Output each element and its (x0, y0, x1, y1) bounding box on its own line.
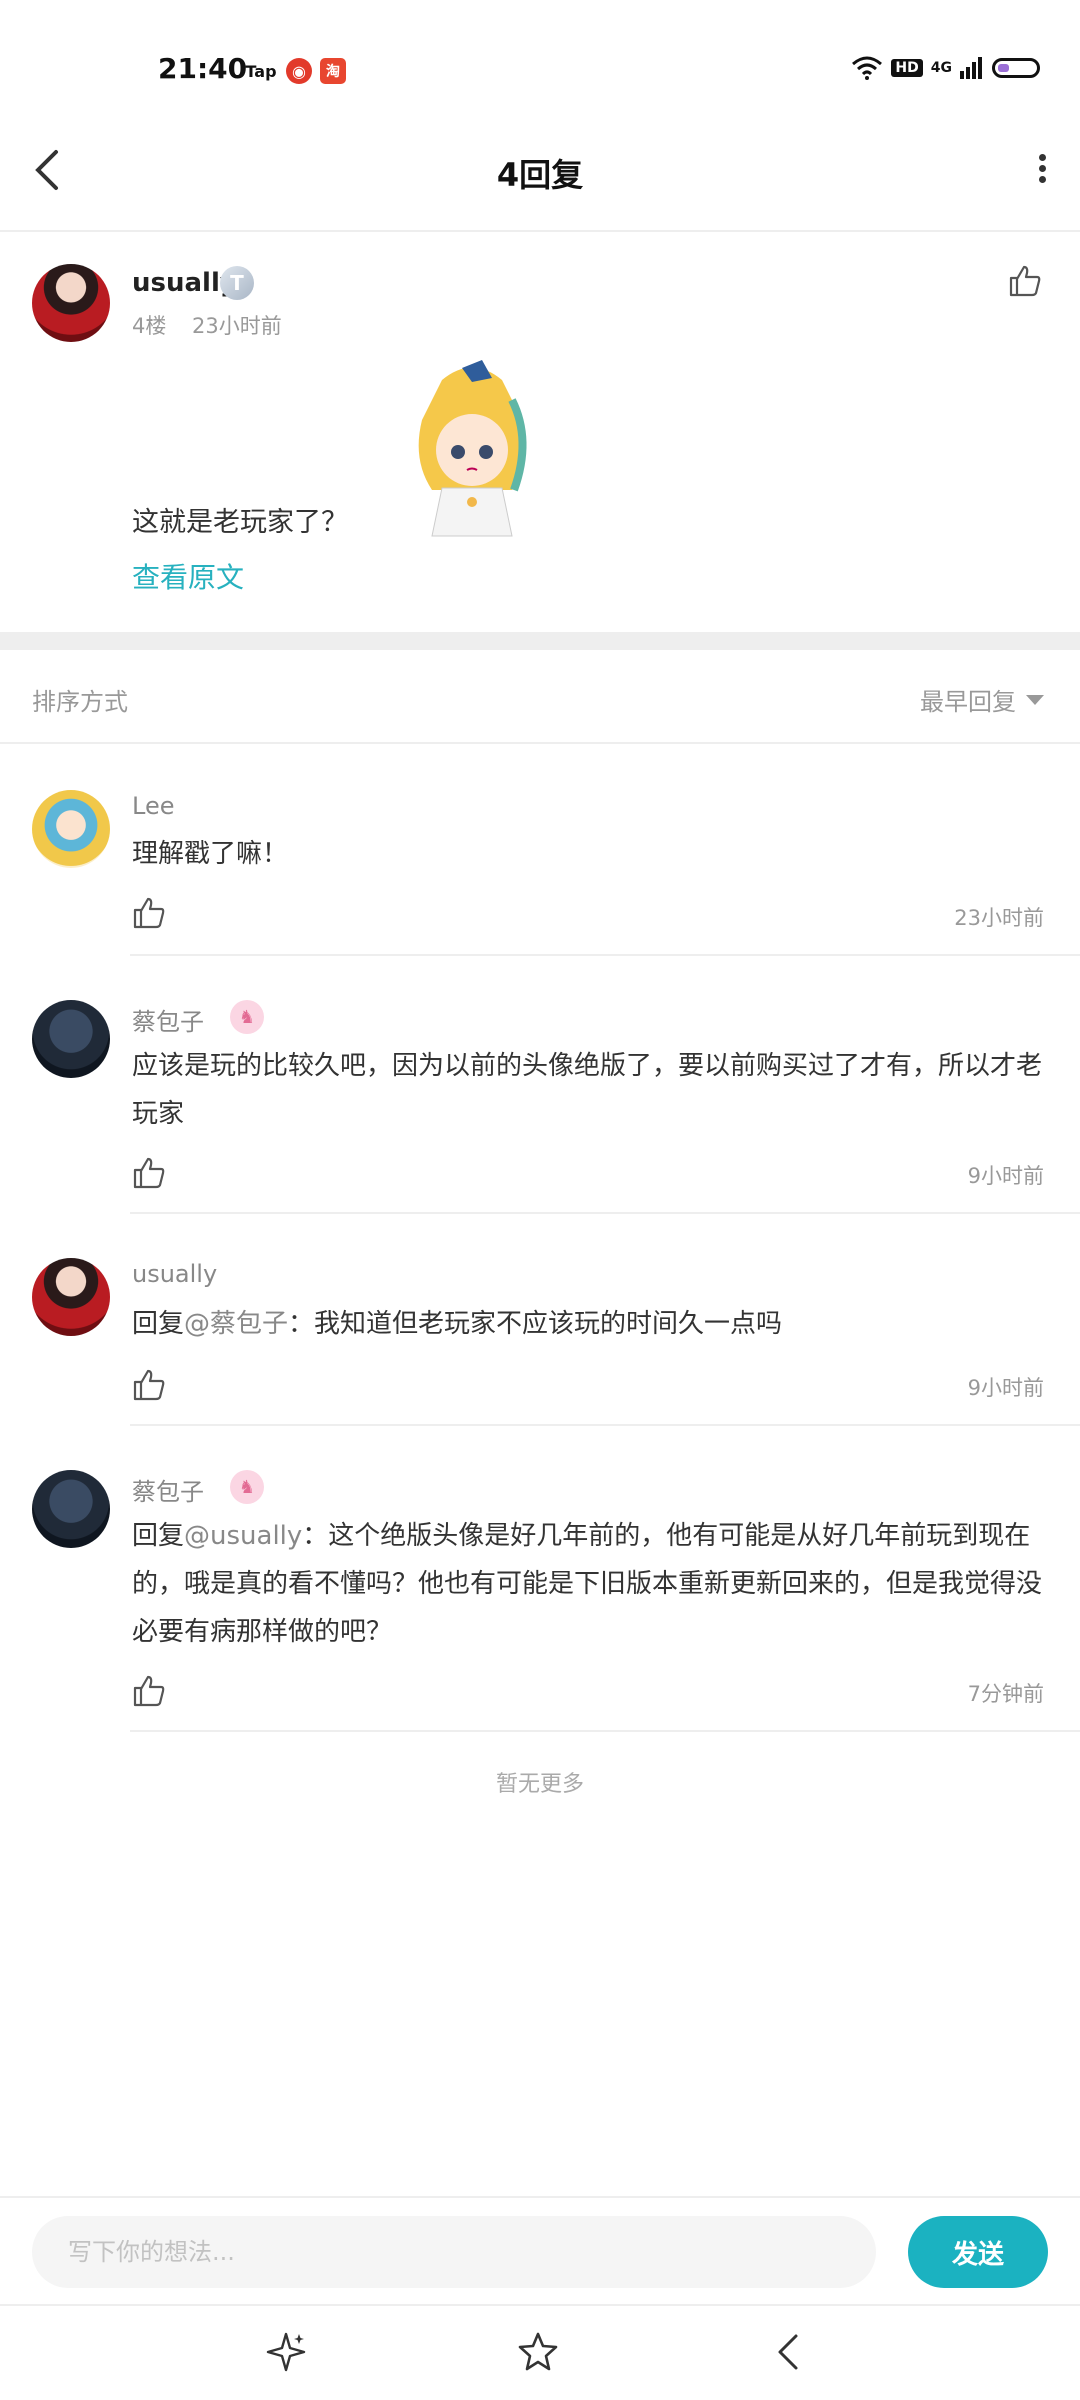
post-sticker-image (402, 360, 542, 540)
nav-back-icon (778, 2334, 798, 2370)
view-original-link[interactable]: 查看原文 (132, 556, 244, 596)
status-time: 21:40 (158, 52, 248, 85)
favorite-button[interactable] (516, 2330, 560, 2374)
netease-app-icon: ◉ (286, 58, 312, 84)
assistant-button[interactable] (264, 2330, 308, 2374)
comment-author-name[interactable]: usually (132, 1260, 217, 1288)
post-author-avatar[interactable] (32, 264, 110, 342)
system-nav-divider (0, 2304, 1080, 2306)
comment-avatar[interactable] (32, 790, 110, 868)
comment-text: 回复@usually：这个绝版头像是好几年前的，他有可能是从好几年前玩到现在的，… (132, 1512, 1052, 1656)
comment-divider (130, 1424, 1080, 1426)
like-icon (133, 1369, 165, 1401)
unicorn-badge-icon: ♞ (230, 1470, 264, 1504)
comment-like-button[interactable] (132, 1368, 166, 1406)
header-divider (0, 230, 1080, 232)
comment-author-name[interactable]: Lee (132, 792, 174, 820)
more-icon (1034, 154, 1050, 183)
comment-avatar[interactable] (32, 1258, 110, 1336)
chevron-down-icon (1026, 694, 1044, 705)
network-type: 4G (930, 60, 952, 76)
like-icon (1009, 265, 1041, 297)
comment-avatar[interactable] (32, 1470, 110, 1548)
send-button[interactable]: 发送 (908, 2216, 1048, 2288)
sort-divider (0, 742, 1080, 744)
comment-input[interactable] (32, 2216, 876, 2288)
reply-body: ：我知道但老玩家不应该玩的时间久一点吗 (288, 1309, 783, 1339)
post-content: 这就是老玩家了？ (132, 507, 348, 538)
battery-level (998, 64, 1009, 72)
like-icon (133, 897, 165, 929)
sort-label: 排序方式 (32, 688, 128, 716)
reply-prefix: 回复 (132, 1309, 185, 1339)
status-indicators: HD 4G (851, 56, 1040, 80)
comment-text: 理解戳了嘛！ (132, 839, 289, 869)
system-back-button[interactable] (768, 2330, 812, 2374)
comment-text: 应该是玩的比较久吧，因为以前的头像绝版了，要以前购买过了才有，所以才老玩家 (132, 1051, 1043, 1129)
more-button[interactable] (1034, 150, 1050, 190)
reply-prefix: 回复 (132, 1521, 185, 1551)
sort-dropdown[interactable]: 最早回复 (920, 682, 1044, 717)
like-icon (133, 1157, 165, 1189)
sparkle-icon (266, 2332, 306, 2372)
sort-value: 最早回复 (920, 688, 1016, 716)
comment-time: 9小时前 (967, 1376, 1044, 1400)
tap-app-icon: Tap (245, 61, 277, 81)
comment-divider (130, 954, 1080, 956)
battery-icon (992, 58, 1040, 78)
comment-avatar[interactable] (32, 1000, 110, 1078)
unicorn-badge-icon: ♞ (230, 1000, 264, 1034)
no-more-label: 暂无更多 (495, 1772, 584, 1797)
comment-time: 23小时前 (954, 906, 1044, 930)
wifi-icon (852, 56, 883, 80)
signal-icon (960, 57, 982, 79)
comment-time: 9小时前 (967, 1164, 1044, 1188)
comment-divider (130, 1730, 1080, 1732)
section-separator (0, 632, 1080, 650)
input-divider (0, 2196, 1080, 2198)
comment-text: 回复@蔡包子：我知道但老玩家不应该玩的时间久一点吗 (132, 1300, 1052, 1348)
reply-mention[interactable]: @usually (184, 1521, 302, 1551)
post-like-button[interactable] (1008, 264, 1044, 300)
hd-indicator: HD (891, 59, 923, 77)
taobao-app-icon: 淘 (320, 58, 346, 84)
page-title: 4回复 (496, 156, 584, 194)
comment-like-button[interactable] (132, 1674, 166, 1712)
comment-like-button[interactable] (132, 896, 166, 934)
comment-like-button[interactable] (132, 1156, 166, 1194)
post-time: 23小时前 (192, 314, 282, 338)
reply-mention[interactable]: @蔡包子 (184, 1309, 288, 1339)
comment-author-name[interactable]: 蔡包子 (132, 1002, 204, 1037)
like-icon (133, 1675, 165, 1707)
level-badge: T (220, 266, 254, 300)
comment-time: 7分钟前 (967, 1682, 1044, 1706)
star-icon (518, 2332, 558, 2371)
post-floor: 4楼 (132, 314, 167, 338)
comment-author-name[interactable]: 蔡包子 (132, 1472, 204, 1507)
comment-divider (130, 1212, 1080, 1214)
